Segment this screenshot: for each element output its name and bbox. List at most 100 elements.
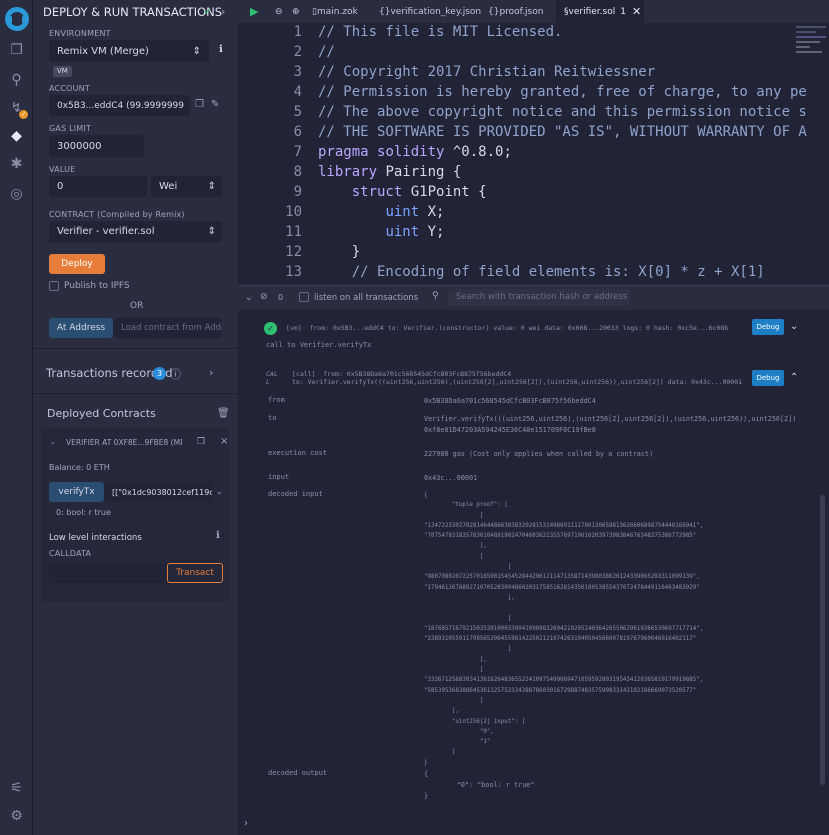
panel-title: DEPLOY & RUN TRANSACTIONS bbox=[43, 5, 223, 19]
file-explorer-icon[interactable]: ❐ bbox=[0, 42, 33, 58]
chevron-right-icon[interactable]: › bbox=[209, 366, 213, 379]
tx-field-value[interactable]: 0x5B38Da6a701c568545dCfcB03FcB875f56bedd… bbox=[424, 396, 596, 407]
tx-field-value[interactable]: Verifier.verifyTx(((uint256,uint256),(ui… bbox=[424, 414, 796, 436]
code-line[interactable]: struct G1Point { bbox=[318, 184, 487, 200]
code-line[interactable]: // The above copyright notice and this p… bbox=[318, 104, 807, 120]
listen-label: listen on all transactions bbox=[314, 293, 419, 303]
chevron-down-icon[interactable]: ⌄ bbox=[790, 321, 798, 332]
calldata-input[interactable] bbox=[49, 563, 167, 583]
debug-button[interactable]: Debug bbox=[752, 319, 784, 335]
deploy-panel: DEPLOY & RUN TRANSACTIONS ✓ › ENVIRONMEN… bbox=[33, 0, 238, 835]
search-icon[interactable]: ⚲ bbox=[0, 72, 33, 88]
environment-label: ENVIRONMENT bbox=[49, 29, 111, 38]
trash-icon[interactable]: 🗑 bbox=[217, 408, 230, 419]
value-input[interactable]: 0 bbox=[49, 176, 147, 197]
code-line[interactable]: // Encoding of field elements is: X[0] *… bbox=[318, 264, 765, 280]
zoom-out-icon[interactable]: ⊖ bbox=[275, 0, 283, 23]
tx-field-value[interactable]: 0x43c...00001 bbox=[424, 473, 477, 484]
collapse-icon[interactable]: ⌄ bbox=[245, 293, 253, 303]
tx-field-key: from bbox=[268, 396, 285, 404]
tab-verification-key[interactable]: {} verification_key.json bbox=[379, 0, 481, 23]
code-line[interactable]: uint X; bbox=[318, 204, 444, 220]
contract-label: CONTRACT (Compiled by Remix) bbox=[49, 210, 185, 219]
info-icon[interactable]: ℹ bbox=[219, 44, 223, 55]
deploy-run-icon[interactable]: ◆ bbox=[0, 128, 33, 144]
transact-button[interactable]: Transact bbox=[167, 563, 223, 583]
line-number: 10 bbox=[285, 204, 302, 220]
line-number: 1 bbox=[293, 24, 302, 40]
tab-main-zok[interactable]: ▯ main.zok bbox=[312, 0, 358, 23]
gas-limit-input[interactable]: 3000000 bbox=[49, 135, 144, 157]
code-line[interactable]: // THE SOFTWARE IS PROVIDED "AS IS", WIT… bbox=[318, 124, 807, 140]
zoom-in-icon[interactable]: ⊕ bbox=[292, 0, 300, 23]
code-line[interactable]: // This file is MIT Licensed. bbox=[318, 24, 562, 40]
verifier-instance-label[interactable]: VERIFIER AT 0XF8E...9FBE8 (MEM bbox=[66, 438, 182, 447]
tab-verifier-sol[interactable]: § verifier.sol 1 ✕ bbox=[556, 0, 644, 23]
account-select[interactable]: 0x5B3...eddC4 (99.9999999 bbox=[49, 95, 190, 116]
listen-checkbox[interactable] bbox=[299, 292, 309, 302]
code-line[interactable]: uint Y; bbox=[318, 224, 444, 240]
tx-field-value[interactable]: { "0": "bool: r true" } bbox=[424, 769, 535, 802]
deploy-button[interactable]: Deploy bbox=[49, 254, 105, 274]
code-line[interactable]: // Permission is hereby granted, free of… bbox=[318, 84, 807, 100]
code-line[interactable]: library Pairing { bbox=[318, 164, 461, 180]
compiler-icon[interactable]: ↯ ✓ bbox=[0, 100, 33, 119]
code-line[interactable]: } bbox=[318, 244, 360, 260]
at-address-button[interactable]: At Address bbox=[49, 318, 113, 338]
call-tag: CAL L bbox=[266, 370, 278, 386]
run-icon[interactable]: ▶ bbox=[250, 0, 258, 23]
remix-logo-icon[interactable] bbox=[0, 6, 33, 36]
close-icon: ✕ bbox=[631, 5, 642, 18]
copy-icon[interactable]: ❐ bbox=[195, 99, 204, 110]
deployed-contracts-label: Deployed Contracts bbox=[47, 407, 156, 420]
debug-button[interactable]: Debug bbox=[752, 370, 784, 386]
close-icon[interactable]: × bbox=[220, 436, 228, 447]
edit-icon[interactable]: ✎ bbox=[211, 99, 219, 110]
tab-proof[interactable]: {} proof.json bbox=[488, 0, 543, 23]
tx-field-key: input bbox=[268, 473, 290, 481]
tx-field-value[interactable]: 227980 gas (Cost only applies when calle… bbox=[424, 449, 653, 460]
tx-field-key: to bbox=[268, 414, 277, 422]
unit-select[interactable]: Wei ⇕ bbox=[151, 176, 222, 197]
environment-select[interactable]: Remix VM (Merge) ⇕ bbox=[49, 40, 209, 62]
icon-sidebar: ❐ ⚲ ↯ ✓ ◆ ✱ ◎ ⚟ ⚙ bbox=[0, 0, 33, 835]
load-address-input[interactable]: Load contract from Address bbox=[113, 318, 222, 338]
search-icon: ⚲ bbox=[432, 291, 439, 301]
info-icon[interactable]: ℹ bbox=[216, 530, 220, 541]
plugin-icon[interactable]: ◎ bbox=[0, 186, 33, 202]
copy-icon[interactable]: ❐ bbox=[197, 437, 205, 447]
tx-field-key: decoded input bbox=[268, 490, 323, 498]
code-editor[interactable]: 1 // This file is MIT Licensed. 2 // 3 // Cop… bbox=[238, 23, 829, 285]
transaction-search-input[interactable]: Search with transaction hash or address bbox=[448, 289, 630, 306]
chevron-down-icon[interactable]: ⌄ bbox=[216, 487, 223, 496]
tx-log-line[interactable]: [vm] from: 0x5B3...eddC4 to: Verifier.(c… bbox=[286, 324, 728, 332]
code-line[interactable]: pragma solidity ^0.8.0; bbox=[318, 144, 512, 160]
or-label: OR bbox=[130, 301, 144, 311]
terminal-scrollbar[interactable] bbox=[820, 495, 825, 785]
editor-tabs: ▶ ⊖ ⊕ ▯ main.zok {} verification_key.jso… bbox=[238, 0, 829, 23]
settings-gear-icon[interactable]: ⚙ bbox=[0, 808, 33, 824]
balance-label: Balance: 0 ETH bbox=[49, 463, 110, 472]
prompt-icon[interactable]: › bbox=[244, 818, 248, 829]
tx-field-value[interactable]: { "tuple proof": [ [ "134722330270281464… bbox=[424, 490, 703, 768]
terminal-toolbar: ⌄ ⊘ 0 listen on all transactions ⚲ Searc… bbox=[238, 285, 829, 310]
chevron-down-icon[interactable]: ⌄ bbox=[50, 438, 56, 446]
call-header[interactable]: [call] from: 0x5B38Da6a701c568545dCfcB03… bbox=[292, 370, 511, 378]
code-line[interactable]: // bbox=[318, 44, 335, 60]
verifytx-button[interactable]: verifyTx bbox=[49, 482, 104, 502]
line-number: 6 bbox=[293, 124, 302, 140]
chevron-up-icon[interactable]: ⌃ bbox=[790, 372, 798, 383]
ipfs-checkbox[interactable] bbox=[49, 281, 59, 291]
info-icon[interactable]: ⓘ bbox=[170, 366, 181, 382]
debugger-icon[interactable]: ✱ bbox=[0, 156, 33, 172]
line-number: 7 bbox=[293, 144, 302, 160]
line-number: 12 bbox=[285, 244, 302, 260]
call-header-to[interactable]: to: Verifier.verifyTx(((uint256,uint256)… bbox=[292, 378, 742, 386]
tx-count-badge: 3 bbox=[153, 367, 166, 380]
clear-icon[interactable]: ⊘ bbox=[260, 292, 268, 302]
chevron-right-icon[interactable]: › bbox=[221, 5, 225, 18]
verifytx-input[interactable]: [["0x1dc9038012cef119c7 bbox=[104, 482, 212, 502]
plugin-manager-icon[interactable]: ⚟ bbox=[0, 780, 33, 796]
contract-select[interactable]: Verifier - verifier.sol ⇕ bbox=[49, 221, 222, 242]
code-line[interactable]: // Copyright 2017 Christian Reitwiessner bbox=[318, 64, 655, 80]
